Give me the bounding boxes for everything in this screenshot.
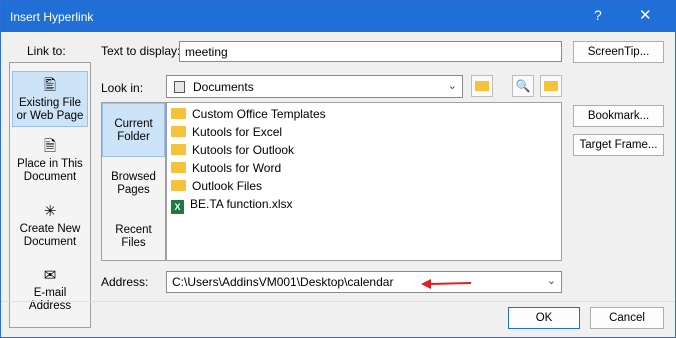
file-name: Kutools for Word: [192, 161, 282, 175]
close-button[interactable]: ✕: [639, 6, 652, 24]
new-document-icon: ✳: [43, 203, 57, 220]
red-arrow-annotation: [421, 279, 472, 289]
list-item[interactable]: Custom Office Templates: [171, 105, 326, 123]
ok-button[interactable]: OK: [508, 307, 580, 329]
list-item[interactable]: Kutools for Outlook: [171, 141, 294, 159]
text-to-display-input[interactable]: meeting: [179, 41, 562, 62]
folder-icon: [171, 108, 186, 119]
file-name: Kutools for Outlook: [192, 143, 295, 157]
link-to-item-line1: Place in This: [17, 158, 83, 170]
recent-files-tab[interactable]: Recent Files: [102, 224, 165, 254]
chevron-down-icon: ⌄: [546, 275, 556, 287]
browse-web-icon[interactable]: 🔍: [512, 75, 534, 97]
link-to-panel: 🖺 Existing File or Web Page 🗎 Place in T…: [9, 62, 91, 328]
chevron-down-icon: ⌄: [447, 80, 457, 92]
link-to-create-new-document[interactable]: ✳ Create New Document: [10, 204, 90, 254]
documents-icon: [174, 81, 185, 93]
side-item-line1: Current: [114, 118, 153, 130]
side-item-line2: Folder: [117, 131, 150, 143]
link-to-place-in-document[interactable]: 🗎 Place in This Document: [10, 139, 90, 189]
link-to-email-address[interactable]: ✉ E-mail Address: [10, 268, 90, 318]
list-item[interactable]: Kutools for Excel: [171, 123, 282, 141]
screentip-button[interactable]: ScreenTip...: [573, 41, 664, 63]
address-label: Address:: [101, 275, 149, 289]
side-item-line2: Pages: [117, 184, 150, 196]
email-icon: ✉: [43, 267, 57, 284]
file-name: BE.TA function.xlsx: [190, 197, 293, 211]
link-to-item-line1: Create New: [19, 223, 81, 235]
file-list[interactable]: Custom Office Templates Kutools for Exce…: [166, 102, 562, 261]
address-value: C:\Users\AddinsVM001\Desktop\calendar: [172, 275, 394, 289]
file-name: Kutools for Excel: [192, 125, 283, 139]
dialog-title: Insert Hyperlink: [10, 10, 94, 24]
browsed-pages-tab[interactable]: Browsed Pages: [102, 171, 165, 201]
web-page-icon: 🖺: [43, 77, 57, 94]
link-to-item-line2: Document: [23, 236, 77, 248]
look-in-select[interactable]: Documents ⌄: [166, 75, 463, 98]
list-item[interactable]: Outlook Files: [171, 177, 262, 195]
insert-hyperlink-dialog: Insert Hyperlink ? ✕ Link to: 🖺 Existing…: [0, 0, 676, 338]
excel-file-icon: X: [171, 200, 184, 214]
folder-icon: [171, 126, 186, 137]
link-to-item-line1: E-mail: [33, 287, 67, 299]
list-item[interactable]: Kutools for Word: [171, 159, 281, 177]
current-folder-tab[interactable]: Current Folder: [102, 103, 165, 157]
browse-file-icon[interactable]: [540, 75, 562, 97]
link-to-item-line2: Document: [23, 171, 77, 183]
folder-icon: [171, 162, 186, 173]
text-to-display-label: Text to display:: [101, 44, 181, 58]
address-input[interactable]: C:\Users\AddinsVM001\Desktop\calendar ⌄: [166, 271, 562, 293]
link-to-label: Link to:: [27, 44, 66, 58]
folder-icon: [171, 180, 186, 191]
folder-icon: [171, 144, 186, 155]
up-one-folder-icon[interactable]: [471, 75, 493, 97]
side-item-line2: Files: [121, 237, 146, 249]
footer-divider: [1, 301, 675, 302]
document-place-icon: 🗎: [43, 138, 57, 155]
side-item-line1: Recent: [115, 224, 152, 236]
look-in-label: Look in:: [101, 81, 144, 95]
link-to-item-line1: Existing File: [19, 97, 81, 109]
link-to-item-line2: or Web Page: [16, 110, 84, 122]
title-bar: Insert Hyperlink ? ✕: [1, 1, 675, 32]
list-item[interactable]: X BE.TA function.xlsx: [171, 195, 293, 214]
file-name: Custom Office Templates: [192, 107, 326, 121]
side-item-line1: Browsed: [111, 171, 156, 183]
help-button[interactable]: ?: [594, 7, 602, 23]
browse-scope-panel: Current Folder Browsed Pages Recent File…: [101, 102, 166, 261]
look-in-value: Documents: [193, 80, 254, 94]
link-to-existing-file[interactable]: 🖺 Existing File or Web Page: [12, 71, 88, 127]
cancel-button[interactable]: Cancel: [590, 307, 664, 329]
target-frame-button[interactable]: Target Frame...: [573, 134, 664, 156]
bookmark-button[interactable]: Bookmark...: [573, 105, 664, 127]
file-name: Outlook Files: [192, 179, 263, 193]
